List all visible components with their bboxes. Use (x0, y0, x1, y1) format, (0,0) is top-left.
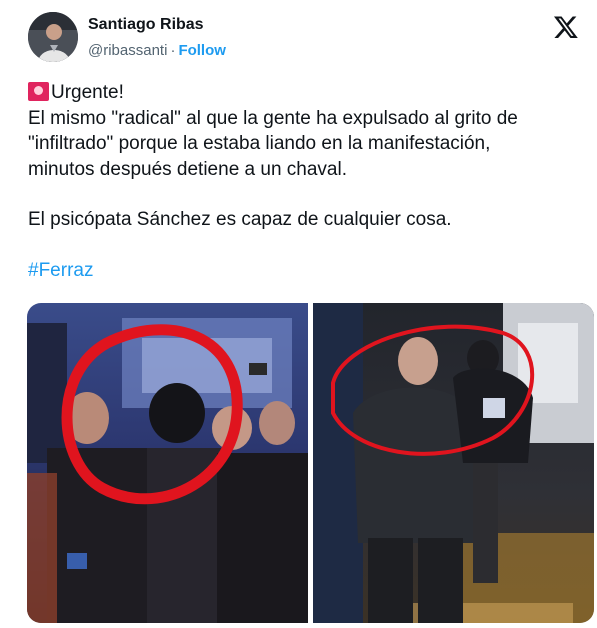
handle-row: @ribassanti · Follow (88, 42, 226, 59)
tweet-line-1: Urgente! (28, 80, 588, 106)
tweet-line-2: El mismo "radical" al que la gente ha ex… (28, 107, 518, 129)
tweet-text: Urgente! El mismo "radical" al que la ge… (28, 80, 588, 283)
follow-button[interactable]: Follow (178, 42, 226, 59)
tweet-line-3: "infiltrado" porque la estaba liando en … (28, 133, 491, 154)
tweet-line-4: minutos después detiene a un chaval. (28, 158, 347, 180)
tweet-line-5: El psicópata Sánchez es capaz de cualqui… (28, 209, 452, 230)
media-container[interactable] (27, 303, 594, 623)
photo-right[interactable] (313, 303, 594, 623)
avatar[interactable] (28, 12, 78, 62)
author-name[interactable]: Santiago Ribas (88, 16, 204, 34)
tweet-line-1-text: Urgente! (51, 82, 124, 103)
siren-icon (28, 82, 49, 101)
author-handle[interactable]: @ribassanti (88, 42, 167, 59)
separator-dot: · (170, 42, 176, 59)
photo-left[interactable] (27, 303, 308, 623)
x-logo-icon[interactable] (553, 14, 579, 40)
hashtag-link[interactable]: #Ferraz (28, 260, 93, 281)
tweet-card: Santiago Ribas @ribassanti · Follow Urgent… (0, 0, 597, 628)
